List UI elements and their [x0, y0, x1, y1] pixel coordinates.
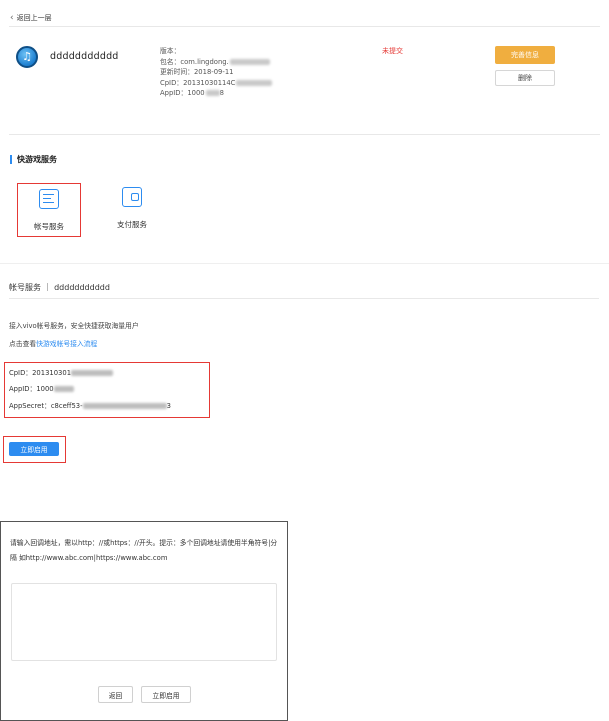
account-card-icon — [39, 189, 59, 209]
complete-info-button[interactable]: 完善信息 — [495, 46, 555, 64]
back-label: 返回上一层 — [16, 14, 52, 22]
dialog-enable-button[interactable]: 立即启用 — [141, 686, 191, 703]
guide-link[interactable]: 快游戏帐号接入流程 — [36, 340, 97, 348]
redacted-mask — [236, 79, 273, 86]
redacted-mask — [53, 386, 74, 392]
account-service-header: 帐号服务 ｜ ddddddddddd — [9, 283, 110, 292]
wallet-icon — [122, 187, 142, 207]
back-link[interactable]: ‹ 返回上一层 — [10, 13, 52, 23]
cpid-row: CpID：201310301 — [9, 367, 114, 377]
redacted-mask — [71, 370, 114, 376]
version-row: 版本： — [160, 47, 181, 55]
appsecret-row: AppSecret：c8ceff53- 3 — [9, 402, 171, 410]
updated-row: 更新时间：2018-09-11 — [160, 68, 234, 76]
callback-instructions: 请输入回调地址，需以http：//或https：//开头。提示：多个回调地址请使… — [10, 539, 278, 562]
app-meta: 版本： 包名：com.lingdong. 更新时间：2018-09-11 CpI… — [160, 46, 273, 99]
app-name: ddddddddddd — [50, 51, 119, 62]
service-label: 帐号服务 — [34, 222, 64, 231]
callback-url-input[interactable] — [11, 583, 277, 661]
dialog-back-button[interactable]: 返回 — [98, 686, 133, 703]
divider — [9, 134, 600, 135]
appid-row: AppID：1000 — [9, 383, 74, 393]
callback-dialog: 请输入回调地址，需以http：//或https：//开头。提示：多个回调地址请使… — [0, 521, 288, 721]
section-title: 快游戏服务 — [10, 155, 57, 164]
account-guide: 点击查看快游戏帐号接入流程 — [9, 340, 98, 348]
enable-now-button[interactable]: 立即启用 — [9, 442, 59, 456]
redacted-mask — [205, 90, 220, 96]
appid-row: AppID：1000 8 — [160, 89, 224, 97]
delete-button[interactable]: 删除 — [495, 70, 555, 86]
service-label: 支付服务 — [117, 220, 147, 229]
redacted-mask — [229, 58, 270, 65]
package-row: 包名：com.lingdong. — [160, 57, 272, 68]
app-music-icon: ♫ — [16, 46, 38, 68]
redacted-mask — [82, 403, 167, 409]
account-service-card[interactable]: 帐号服务 — [17, 183, 81, 237]
enable-highlight: 立即启用 — [3, 436, 66, 463]
payment-service-card[interactable]: 支付服务 — [107, 187, 157, 230]
status-badge: 未提交 — [382, 47, 403, 55]
chevron-left-icon: ‹ — [10, 12, 14, 23]
cpid-row: CpID：20131030114C — [160, 78, 273, 89]
divider — [9, 26, 600, 27]
divider — [0, 263, 609, 264]
credentials-box: CpID：201310301 AppID：1000 AppSecret：c8ce… — [4, 362, 210, 418]
account-description: 接入vivo帐号服务，安全快捷获取海量用户 — [9, 322, 139, 330]
divider — [9, 298, 599, 299]
